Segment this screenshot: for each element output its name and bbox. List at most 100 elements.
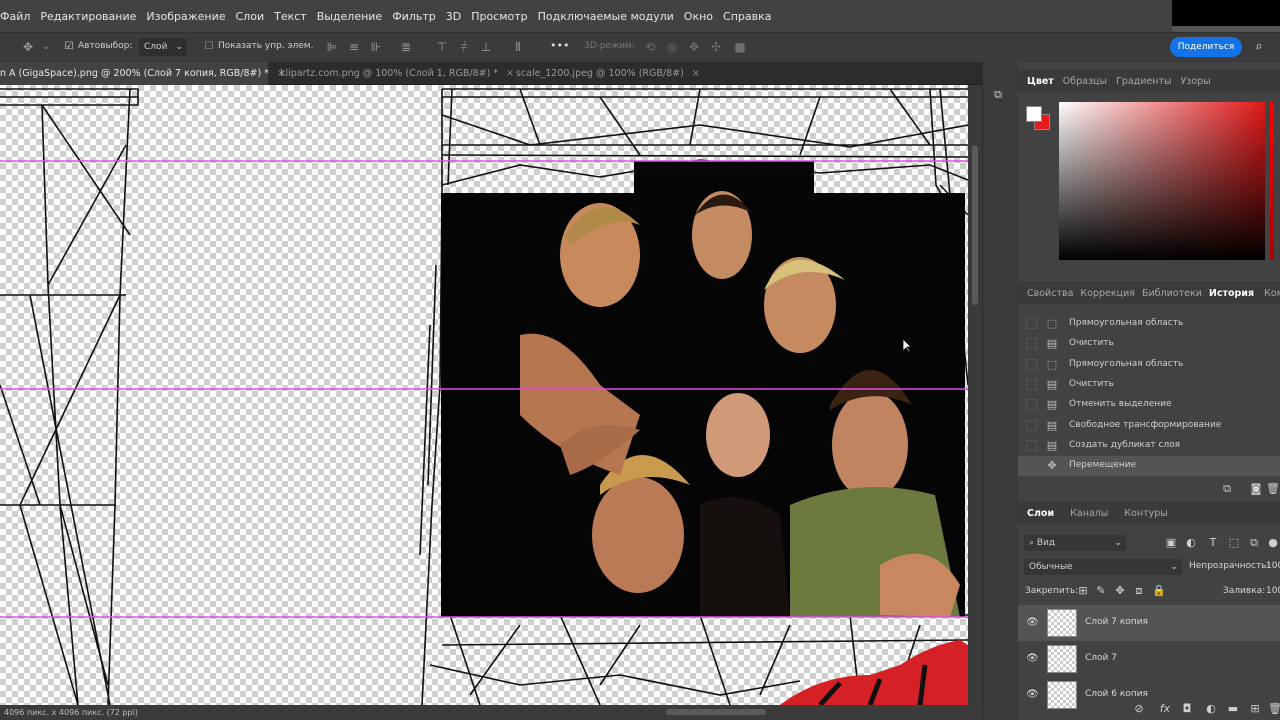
history-item[interactable]: ▤ Очистить xyxy=(1018,334,1280,354)
hue-slider[interactable] xyxy=(1270,102,1274,260)
distribute-vertical-icon[interactable]: ⫴ xyxy=(510,39,526,55)
filter-pixel-icon[interactable]: ▣ xyxy=(1164,536,1178,550)
add-mask-icon[interactable]: ◘ xyxy=(1180,702,1194,716)
menu-item-5[interactable]: Выделение xyxy=(317,10,383,23)
close-icon[interactable]: × xyxy=(692,68,700,79)
autoselect-target-dropdown[interactable]: Слой ⌄ xyxy=(139,38,187,56)
share-button[interactable]: Поделиться xyxy=(1170,37,1242,57)
color-picker-field[interactable] xyxy=(1059,102,1265,260)
menu-item-7[interactable]: 3D xyxy=(446,10,461,23)
tab-gigaspace[interactable]: n A (GigaSpace).png @ 200% (Слой 7 копия… xyxy=(0,62,285,85)
show-controls-checkbox[interactable]: ☐ xyxy=(201,39,217,55)
layer-name: Слой 7 копия xyxy=(1085,617,1148,627)
foreground-color-swatch[interactable] xyxy=(1026,106,1042,122)
horizontal-scroll-thumb[interactable] xyxy=(666,709,766,715)
filter-shape-icon[interactable]: ⬚ xyxy=(1227,536,1241,550)
filter-smart-object-icon[interactable]: ⧉ xyxy=(1247,536,1261,550)
history-brush-source-toggle[interactable] xyxy=(1026,358,1037,370)
lock-position-icon[interactable]: ✥ xyxy=(1113,584,1127,598)
tab-libraries[interactable]: Библиотеки xyxy=(1142,288,1202,299)
menu-item-11[interactable]: Справка xyxy=(723,10,771,23)
menu-item-2[interactable]: Изображение xyxy=(146,10,225,23)
opacity-value[interactable]: 100 xyxy=(1266,561,1280,571)
blend-mode-dropdown[interactable]: Обычные ⌄ xyxy=(1024,559,1182,575)
document-tabs: n A (GigaSpace).png @ 200% (Слой 7 копия… xyxy=(0,62,982,85)
history-brush-source-toggle[interactable] xyxy=(1026,419,1037,431)
tab-patterns[interactable]: Узоры xyxy=(1180,76,1210,87)
history-item[interactable]: ▤ Очистить xyxy=(1018,375,1280,395)
delete-layer-icon[interactable]: 🗑 xyxy=(1268,702,1280,716)
history-brush-source-toggle[interactable] xyxy=(1026,460,1037,472)
menu-item-9[interactable]: Подключаемые модули xyxy=(538,10,674,23)
link-layers-icon[interactable]: ⊘ xyxy=(1132,702,1146,716)
history-item[interactable]: ⬚ Прямоугольная область xyxy=(1018,355,1280,375)
layer-filter-dropdown[interactable]: ⌕ Вид ⌄ xyxy=(1024,535,1126,551)
chevron-down-icon[interactable]: ⌄ xyxy=(38,39,54,55)
align-center-icon[interactable]: ≡ xyxy=(346,39,362,55)
tab-adjustments[interactable]: Коррекция xyxy=(1080,288,1135,299)
tab-paths[interactable]: Контуры xyxy=(1124,508,1167,519)
tab-channels[interactable]: Каналы xyxy=(1070,508,1108,519)
history-brush-source-toggle[interactable] xyxy=(1026,399,1037,411)
new-document-from-state-icon[interactable]: ⧉ xyxy=(1220,482,1234,496)
menu-item-3[interactable]: Слои xyxy=(236,10,265,23)
history-brush-source-toggle[interactable] xyxy=(1026,338,1037,350)
more-options-button[interactable]: ••• xyxy=(550,39,569,52)
document-canvas[interactable] xyxy=(0,85,968,705)
lock-all-icon[interactable]: 🔒 xyxy=(1152,584,1166,598)
tab-gradients[interactable]: Градиенты xyxy=(1116,76,1171,87)
history-brush-source-toggle[interactable] xyxy=(1026,439,1037,451)
align-left-icon[interactable]: ⊫ xyxy=(324,39,340,55)
history-brush-source-toggle[interactable] xyxy=(1026,318,1037,329)
distribute-icon[interactable]: ≣ xyxy=(398,39,414,55)
new-layer-icon[interactable]: ⊞ xyxy=(1248,702,1262,716)
menu-item-6[interactable]: Фильтр xyxy=(392,10,436,23)
history-brush-source-toggle[interactable] xyxy=(1026,378,1037,390)
history-item[interactable]: ▤ Создать дубликат слоя xyxy=(1018,436,1280,456)
filter-type-icon[interactable]: T xyxy=(1206,536,1220,550)
tab-scale-1200[interactable]: scale_1200.jpeg @ 100% (RGB/8#) × xyxy=(510,62,700,85)
menu-item-0[interactable]: Файл xyxy=(0,10,30,23)
align-right-icon[interactable]: ⊪ xyxy=(368,39,384,55)
align-middle-icon[interactable]: ⫩ xyxy=(456,39,472,55)
scroll-thumb[interactable] xyxy=(972,145,978,305)
tab-properties[interactable]: Свойства xyxy=(1027,288,1073,299)
history-item[interactable]: ✥ Перемещение xyxy=(1018,456,1280,477)
align-bottom-icon[interactable]: ⊥ xyxy=(478,39,494,55)
delete-icon[interactable]: 🗑 xyxy=(1266,482,1280,496)
eye-icon[interactable]: 👁 xyxy=(1026,653,1039,665)
eye-icon[interactable]: 👁 xyxy=(1026,689,1039,701)
tab-klipartz[interactable]: klipartz.com.png @ 100% (Слой 1, RGB/8#)… xyxy=(274,62,514,85)
layer-row[interactable]: 👁 Слой 7 копия xyxy=(1018,605,1280,641)
vertical-scrollbar[interactable] xyxy=(968,85,982,705)
search-icon[interactable]: ⌕ xyxy=(1251,39,1267,55)
lock-artboard-icon[interactable]: ⧈ xyxy=(1132,584,1146,598)
move-tool-icon[interactable]: ✥ xyxy=(20,39,36,55)
autoselect-checkbox[interactable]: ☑ xyxy=(61,39,77,55)
lock-image-icon[interactable]: ✎ xyxy=(1094,584,1108,598)
menu-item-10[interactable]: Окно xyxy=(684,10,713,23)
libraries-icon[interactable]: ⧉ xyxy=(991,88,1005,102)
eye-icon[interactable]: 👁 xyxy=(1026,617,1039,629)
layer-style-icon[interactable]: fx xyxy=(1158,702,1172,716)
adjustment-layer-icon[interactable]: ◐ xyxy=(1204,702,1218,716)
filter-toggle-icon[interactable]: ● xyxy=(1266,536,1280,550)
tab-comments[interactable]: Комментарии xyxy=(1264,288,1280,299)
menu-item-1[interactable]: Редактирование xyxy=(40,10,136,23)
align-top-icon[interactable]: ⊤ xyxy=(434,39,450,55)
tab-color[interactable]: Цвет xyxy=(1027,76,1054,87)
menu-item-4[interactable]: Текст xyxy=(274,10,307,23)
filter-adjustment-icon[interactable]: ◐ xyxy=(1184,536,1198,550)
layer-row[interactable]: 👁 Слой 7 xyxy=(1018,641,1280,677)
lock-transparent-icon[interactable]: ⊞ xyxy=(1076,584,1090,598)
new-group-icon[interactable]: ▬ xyxy=(1226,702,1240,716)
tab-layers[interactable]: Слои xyxy=(1027,508,1054,519)
history-item[interactable]: ⬚ Прямоугольная область xyxy=(1018,314,1280,334)
tab-history[interactable]: История xyxy=(1209,288,1254,299)
fill-value[interactable]: 100 xyxy=(1266,586,1280,596)
tab-swatches[interactable]: Образцы xyxy=(1063,76,1107,87)
history-item[interactable]: ▤ Свободное трансформирование xyxy=(1018,416,1280,436)
menu-item-8[interactable]: Просмотр xyxy=(471,10,527,23)
snapshot-icon[interactable]: ◙ xyxy=(1249,482,1263,496)
history-item[interactable]: ▤ Отменить выделение xyxy=(1018,395,1280,415)
